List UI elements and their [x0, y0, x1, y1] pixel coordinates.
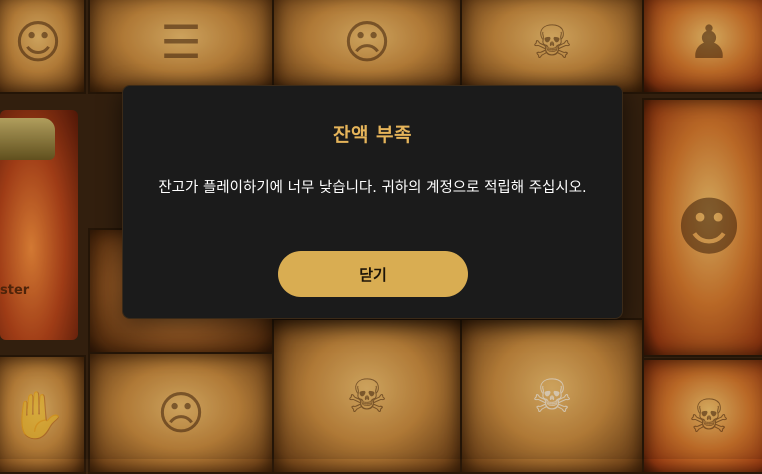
insufficient-balance-dialog: 잔액 부족 잔고가 플레이하기에 너무 낮습니다. 귀하의 계정으로 적립해 주… — [123, 86, 622, 318]
dialog-message: 잔고가 플레이하기에 너무 낮습니다. 귀하의 계정으로 적립해 주십시오. — [158, 180, 587, 196]
close-button[interactable]: 닫기 — [278, 251, 468, 297]
dialog-title: 잔액 부족 — [332, 124, 413, 146]
